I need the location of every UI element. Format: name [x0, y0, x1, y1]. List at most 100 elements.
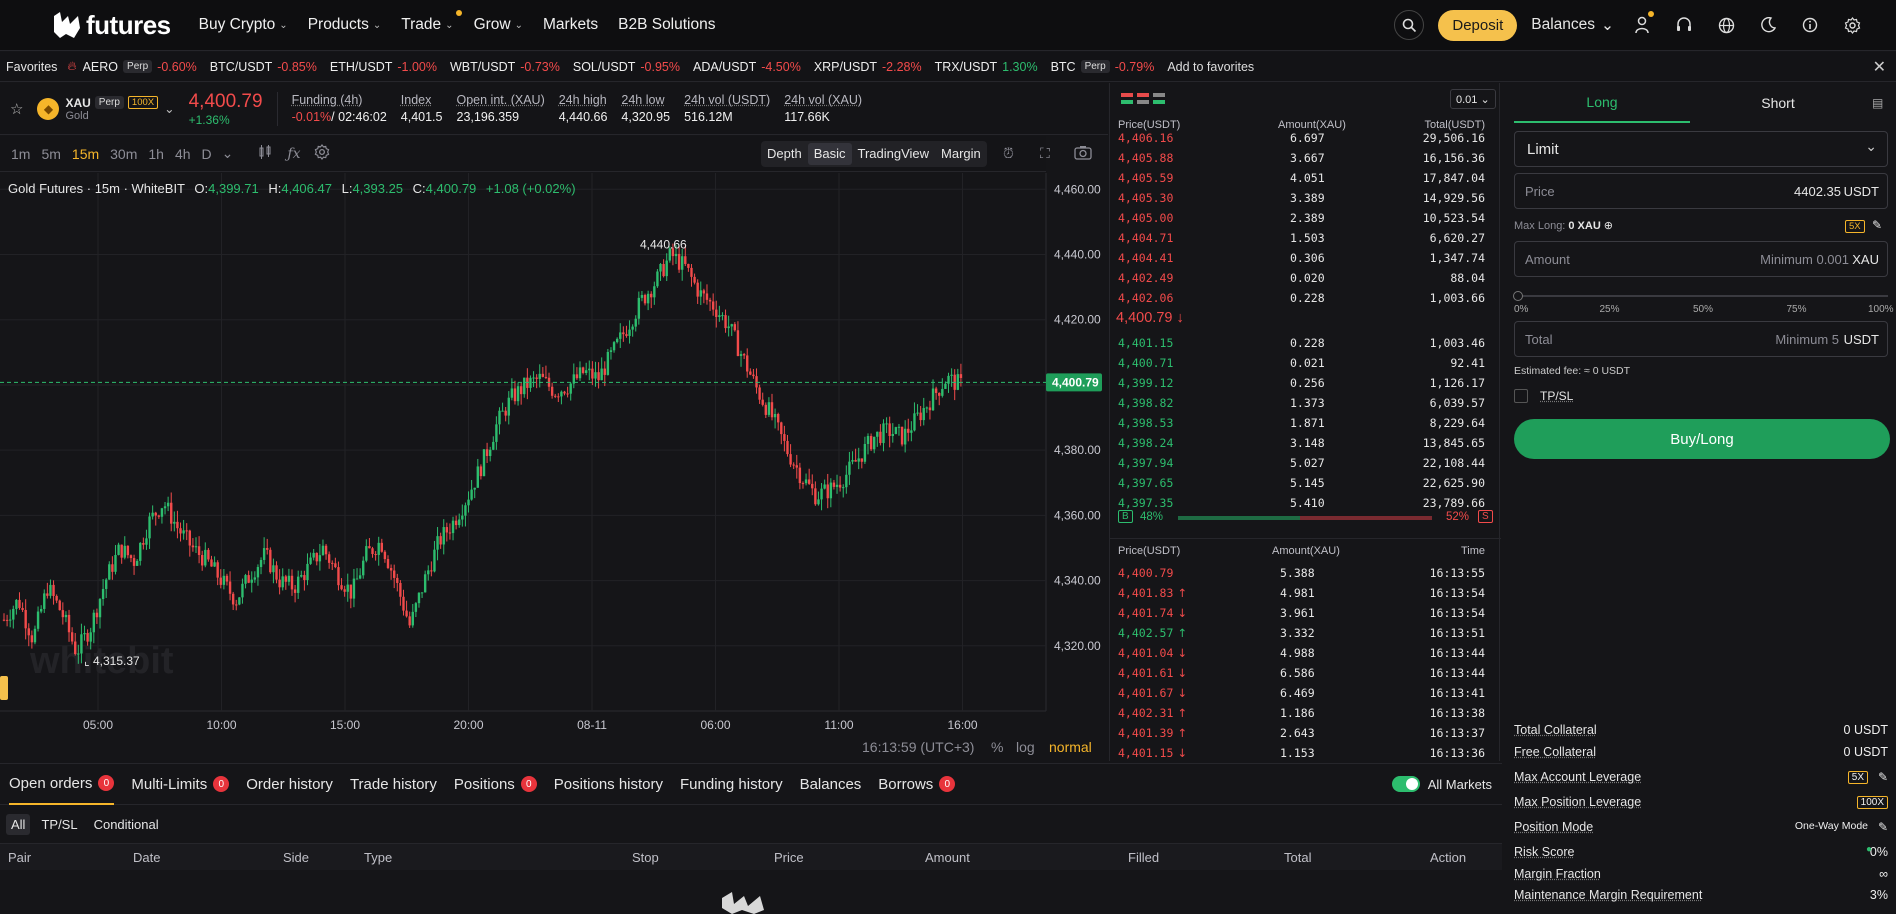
- camera-screenshot-icon[interactable]: [1074, 145, 1092, 163]
- calculator-icon[interactable]: ▤: [1872, 96, 1883, 110]
- favorite-item[interactable]: XRP/USDT -2.28%: [814, 60, 922, 74]
- favorite-item[interactable]: AERO Perp -0.60%: [83, 60, 197, 74]
- total-input[interactable]: Total Minimum 5 USDT: [1514, 321, 1888, 357]
- column-total[interactable]: Total: [1284, 850, 1311, 865]
- toggle-switch[interactable]: [1391, 776, 1420, 792]
- search-icon[interactable]: [1394, 10, 1425, 40]
- price-chart[interactable]: Gold Futures · 15m · WhiteBIT O:4,399.71…: [0, 173, 1108, 761]
- percent-scale-toggle[interactable]: %: [991, 739, 1003, 755]
- edit-pencil-icon[interactable]: ✎: [1878, 770, 1888, 784]
- bid-row[interactable]: 4,399.12 0.256 1,126.17: [1110, 373, 1501, 393]
- ask-row[interactable]: 4,405.59 4.051 17,847.04: [1110, 168, 1501, 188]
- slider-mark[interactable]: 25%: [1600, 304, 1620, 315]
- symbol-selector[interactable]: ◆ XAU Perp 100X Gold ⌄: [37, 96, 175, 122]
- deposit-button[interactable]: Deposit: [1438, 9, 1518, 41]
- favorite-item[interactable]: ETH/USDT -1.00%: [330, 60, 437, 74]
- account-label[interactable]: Free Collateral: [1514, 745, 1596, 759]
- bid-row[interactable]: 4,397.65 5.145 22,625.90: [1110, 473, 1501, 493]
- settings-gear-icon[interactable]: [1838, 11, 1866, 39]
- favorite-item[interactable]: BTC/USDT -0.85%: [210, 60, 317, 74]
- orderbook-view-icon[interactable]: [1121, 92, 1167, 106]
- globe-icon[interactable]: [1712, 11, 1740, 39]
- column-pair[interactable]: Pair: [8, 850, 31, 865]
- tab-multi-limits[interactable]: Multi-Limits 0: [131, 763, 230, 805]
- view-tab-margin[interactable]: Margin: [935, 143, 987, 165]
- timeframe-5m[interactable]: 5m: [41, 146, 60, 162]
- column-filled[interactable]: Filled: [1128, 850, 1159, 865]
- tab-positions-history[interactable]: Positions history: [554, 763, 663, 805]
- normal-scale-toggle[interactable]: normal: [1049, 739, 1092, 755]
- ask-row[interactable]: 4,402.06 0.228 1,003.66: [1110, 288, 1501, 308]
- close-icon[interactable]: ✕: [1873, 57, 1886, 77]
- indicators-fx-icon[interactable]: ƒx: [287, 146, 300, 162]
- account-label[interactable]: Risk Score: [1514, 845, 1574, 859]
- tpsl-checkbox[interactable]: TP/SL: [1514, 389, 1573, 403]
- favorite-item[interactable]: BTC Perp -0.79%: [1051, 60, 1155, 74]
- tab-open-orders[interactable]: Open orders 0: [9, 763, 115, 805]
- column-type[interactable]: Type: [364, 850, 392, 865]
- timeframe-30m[interactable]: 30m: [110, 146, 137, 162]
- timeframe-15m[interactable]: 15m: [72, 146, 99, 162]
- chart-settings-gear-icon[interactable]: [314, 144, 330, 163]
- slider-handle[interactable]: [1513, 291, 1523, 301]
- bid-row[interactable]: 4,398.82 1.373 6,039.57: [1110, 393, 1501, 413]
- account-label[interactable]: Position Mode: [1514, 820, 1593, 834]
- menu-products[interactable]: Products ⌄: [308, 16, 382, 34]
- chevron-down-icon[interactable]: ⌄: [222, 145, 234, 162]
- menu-grow[interactable]: Grow ⌄: [474, 16, 523, 34]
- checkbox[interactable]: [1514, 389, 1528, 403]
- ask-row[interactable]: 4,406.16 6.697 29,506.16: [1110, 128, 1501, 148]
- favorite-item[interactable]: WBT/USDT -0.73%: [450, 60, 560, 74]
- ask-row[interactable]: 4,405.88 3.667 16,156.36: [1110, 148, 1501, 168]
- timeframe-D[interactable]: D: [202, 146, 212, 162]
- column-side[interactable]: Side: [283, 850, 309, 865]
- bid-row[interactable]: 4,398.53 1.871 8,229.64: [1110, 413, 1501, 433]
- favorite-item[interactable]: SOL/USDT -0.95%: [573, 60, 680, 74]
- favorite-item[interactable]: TRX/USDT 1.30%: [935, 60, 1038, 74]
- menu-markets[interactable]: Markets: [543, 16, 598, 34]
- drawing-tools-handle[interactable]: [0, 676, 8, 700]
- tab-balances[interactable]: Balances: [800, 763, 862, 805]
- bid-row[interactable]: 4,397.94 5.027 22,108.44: [1110, 453, 1501, 473]
- slider-mark[interactable]: 75%: [1787, 304, 1807, 315]
- amount-slider[interactable]: [1513, 291, 1888, 301]
- orderbook-layout-icons[interactable]: [1121, 92, 1167, 106]
- tab-trade-history[interactable]: Trade history: [350, 763, 437, 805]
- ask-row[interactable]: 4,404.41 0.306 1,347.74: [1110, 248, 1501, 268]
- price-step-select[interactable]: 0.01 ⌄: [1450, 89, 1496, 109]
- ask-row[interactable]: 4,404.71 1.503 6,620.27: [1110, 228, 1501, 248]
- alarm-clock-icon[interactable]: ⏰︎: [1003, 145, 1014, 162]
- tab-funding-history[interactable]: Funding history: [680, 763, 783, 805]
- futures-logo[interactable]: futures: [52, 10, 171, 41]
- filter-conditional[interactable]: Conditional: [89, 814, 164, 835]
- dark-mode-moon-icon[interactable]: [1754, 11, 1782, 39]
- bid-row[interactable]: 4,398.24 3.148 13,845.65: [1110, 433, 1501, 453]
- menu-trade[interactable]: Trade ⌄: [401, 10, 462, 34]
- all-markets-toggle[interactable]: All Markets: [1391, 776, 1492, 792]
- view-tab-depth[interactable]: Depth: [761, 143, 808, 165]
- slider-mark[interactable]: 0%: [1514, 304, 1528, 315]
- timeframe-1m[interactable]: 1m: [11, 146, 30, 162]
- plus-circle-icon[interactable]: ⊕: [1604, 219, 1613, 232]
- support-headset-icon[interactable]: [1670, 11, 1698, 39]
- log-scale-toggle[interactable]: log: [1016, 739, 1035, 755]
- account-label[interactable]: Maintenance Margin Requirement: [1514, 888, 1702, 902]
- filter-all[interactable]: All: [6, 813, 31, 835]
- timeframe-1h[interactable]: 1h: [148, 146, 164, 162]
- short-tab[interactable]: Short: [1690, 83, 1866, 123]
- bid-row[interactable]: 4,401.15 0.228 1,003.46: [1110, 333, 1501, 353]
- price-input[interactable]: Price 4402.35 USDT: [1514, 173, 1888, 209]
- view-tab-tradingview[interactable]: TradingView: [852, 143, 936, 165]
- column-date[interactable]: Date: [133, 850, 160, 865]
- leverage-badge[interactable]: 5X: [1845, 220, 1865, 233]
- account-label[interactable]: Max Position Leverage: [1514, 795, 1641, 809]
- column-price[interactable]: Price: [774, 850, 804, 865]
- edit-pencil-icon[interactable]: ✎: [1872, 218, 1882, 232]
- menu-b2b-solutions[interactable]: B2B Solutions: [618, 16, 715, 34]
- order-type-select[interactable]: Limit ⌄: [1514, 131, 1888, 167]
- long-tab[interactable]: Long: [1514, 83, 1690, 123]
- amount-input[interactable]: Amount Minimum 0.001 XAU: [1514, 241, 1888, 277]
- timeframe-4h[interactable]: 4h: [175, 146, 191, 162]
- fullscreen-icon[interactable]: ⛶: [1040, 145, 1050, 162]
- column-action[interactable]: Action: [1430, 850, 1466, 865]
